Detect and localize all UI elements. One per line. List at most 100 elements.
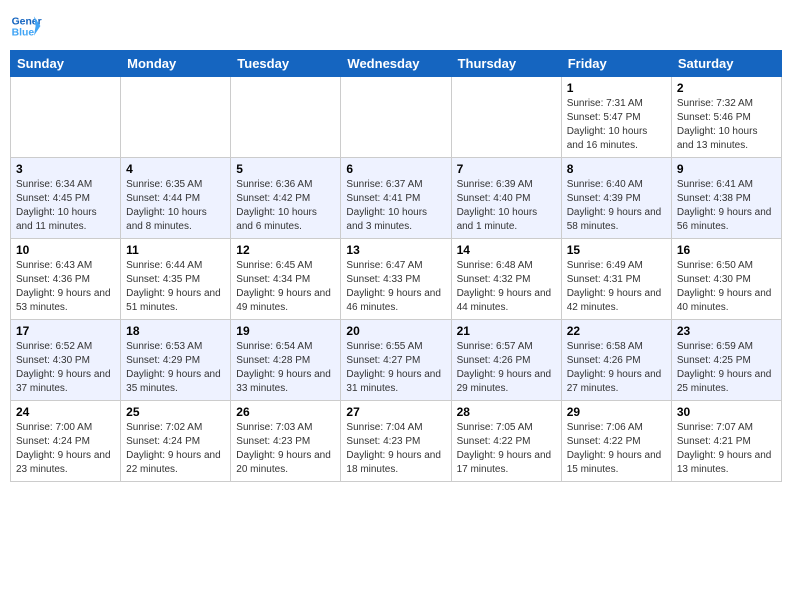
day-info: Sunrise: 6:52 AM Sunset: 4:30 PM Dayligh…: [16, 340, 115, 396]
calendar-cell: 23 Sunrise: 6:59 AM Sunset: 4:25 PM Dayli…: [671, 320, 781, 401]
day-number: 6: [346, 162, 445, 176]
day-number: 15: [567, 243, 666, 257]
day-info: Sunrise: 7:05 AM Sunset: 4:22 PM Dayligh…: [457, 421, 556, 477]
weekday-header-sunday: Sunday: [11, 51, 121, 77]
calendar-cell: 15 Sunrise: 6:49 AM Sunset: 4:31 PM Dayli…: [561, 239, 671, 320]
day-number: 22: [567, 324, 666, 338]
day-number: 20: [346, 324, 445, 338]
calendar-cell: 30 Sunrise: 7:07 AM Sunset: 4:21 PM Dayli…: [671, 401, 781, 482]
calendar-week-2: 3 Sunrise: 6:34 AM Sunset: 4:45 PM Daylig…: [11, 158, 782, 239]
calendar-cell: 29 Sunrise: 7:06 AM Sunset: 4:22 PM Dayli…: [561, 401, 671, 482]
day-number: 11: [126, 243, 225, 257]
logo-icon: General Blue: [10, 10, 42, 42]
day-info: Sunrise: 6:44 AM Sunset: 4:35 PM Dayligh…: [126, 259, 225, 315]
day-info: Sunrise: 7:03 AM Sunset: 4:23 PM Dayligh…: [236, 421, 335, 477]
calendar-cell: 12 Sunrise: 6:45 AM Sunset: 4:34 PM Dayli…: [231, 239, 341, 320]
day-number: 8: [567, 162, 666, 176]
calendar-cell: [341, 77, 451, 158]
day-info: Sunrise: 6:49 AM Sunset: 4:31 PM Dayligh…: [567, 259, 666, 315]
day-info: Sunrise: 7:04 AM Sunset: 4:23 PM Dayligh…: [346, 421, 445, 477]
weekday-header-saturday: Saturday: [671, 51, 781, 77]
svg-text:Blue: Blue: [12, 28, 35, 39]
day-number: 3: [16, 162, 115, 176]
day-number: 29: [567, 405, 666, 419]
day-info: Sunrise: 6:50 AM Sunset: 4:30 PM Dayligh…: [677, 259, 776, 315]
day-info: Sunrise: 6:47 AM Sunset: 4:33 PM Dayligh…: [346, 259, 445, 315]
day-info: Sunrise: 6:58 AM Sunset: 4:26 PM Dayligh…: [567, 340, 666, 396]
day-info: Sunrise: 6:57 AM Sunset: 4:26 PM Dayligh…: [457, 340, 556, 396]
page-header: General Blue: [10, 10, 782, 42]
weekday-header-monday: Monday: [121, 51, 231, 77]
day-number: 19: [236, 324, 335, 338]
day-number: 21: [457, 324, 556, 338]
weekday-header-row: SundayMondayTuesdayWednesdayThursdayFrid…: [11, 51, 782, 77]
weekday-header-tuesday: Tuesday: [231, 51, 341, 77]
calendar-cell: [451, 77, 561, 158]
weekday-header-thursday: Thursday: [451, 51, 561, 77]
day-number: 25: [126, 405, 225, 419]
calendar-cell: 26 Sunrise: 7:03 AM Sunset: 4:23 PM Dayli…: [231, 401, 341, 482]
day-info: Sunrise: 7:00 AM Sunset: 4:24 PM Dayligh…: [16, 421, 115, 477]
calendar-cell: 16 Sunrise: 6:50 AM Sunset: 4:30 PM Dayli…: [671, 239, 781, 320]
day-number: 1: [567, 81, 666, 95]
calendar-cell: 22 Sunrise: 6:58 AM Sunset: 4:26 PM Dayli…: [561, 320, 671, 401]
calendar-cell: 27Sunrise: 7:04 AM Sunset: 4:23 PM Dayli…: [341, 401, 451, 482]
day-number: 9: [677, 162, 776, 176]
day-info: Sunrise: 7:07 AM Sunset: 4:21 PM Dayligh…: [677, 421, 776, 477]
calendar-cell: 1 Sunrise: 7:31 AM Sunset: 5:47 PM Daylig…: [561, 77, 671, 158]
day-number: 12: [236, 243, 335, 257]
day-info: Sunrise: 6:34 AM Sunset: 4:45 PM Dayligh…: [16, 178, 115, 234]
calendar-cell: 8 Sunrise: 6:40 AM Sunset: 4:39 PM Daylig…: [561, 158, 671, 239]
calendar-cell: 21 Sunrise: 6:57 AM Sunset: 4:26 PM Dayli…: [451, 320, 561, 401]
calendar-cell: 3 Sunrise: 6:34 AM Sunset: 4:45 PM Daylig…: [11, 158, 121, 239]
day-number: 13: [346, 243, 445, 257]
day-number: 26: [236, 405, 335, 419]
day-number: 23: [677, 324, 776, 338]
day-number: 14: [457, 243, 556, 257]
logo: General Blue: [10, 10, 42, 42]
calendar-cell: 11 Sunrise: 6:44 AM Sunset: 4:35 PM Dayli…: [121, 239, 231, 320]
calendar-cell: [11, 77, 121, 158]
calendar-cell: 20Sunrise: 6:55 AM Sunset: 4:27 PM Dayli…: [341, 320, 451, 401]
day-number: 18: [126, 324, 225, 338]
calendar-week-3: 10 Sunrise: 6:43 AM Sunset: 4:36 PM Dayli…: [11, 239, 782, 320]
calendar-cell: 4 Sunrise: 6:35 AM Sunset: 4:44 PM Daylig…: [121, 158, 231, 239]
day-info: Sunrise: 6:53 AM Sunset: 4:29 PM Dayligh…: [126, 340, 225, 396]
day-info: Sunrise: 6:43 AM Sunset: 4:36 PM Dayligh…: [16, 259, 115, 315]
day-info: Sunrise: 6:45 AM Sunset: 4:34 PM Dayligh…: [236, 259, 335, 315]
weekday-header-friday: Friday: [561, 51, 671, 77]
weekday-header-wednesday: Wednesday: [341, 51, 451, 77]
day-number: 16: [677, 243, 776, 257]
day-number: 30: [677, 405, 776, 419]
day-number: 5: [236, 162, 335, 176]
day-number: 28: [457, 405, 556, 419]
calendar-cell: 25 Sunrise: 7:02 AM Sunset: 4:24 PM Dayli…: [121, 401, 231, 482]
calendar-cell: 13 Sunrise: 6:47 AM Sunset: 4:33 PM Dayli…: [341, 239, 451, 320]
day-info: Sunrise: 6:37 AM Sunset: 4:41 PM Dayligh…: [346, 178, 445, 234]
day-info: Sunrise: 7:02 AM Sunset: 4:24 PM Dayligh…: [126, 421, 225, 477]
calendar-cell: 6 Sunrise: 6:37 AM Sunset: 4:41 PM Daylig…: [341, 158, 451, 239]
day-info: Sunrise: 7:32 AM Sunset: 5:46 PM Dayligh…: [677, 97, 776, 153]
day-number: 7: [457, 162, 556, 176]
calendar-cell: 10 Sunrise: 6:43 AM Sunset: 4:36 PM Dayli…: [11, 239, 121, 320]
calendar-cell: 28 Sunrise: 7:05 AM Sunset: 4:22 PM Dayli…: [451, 401, 561, 482]
calendar-week-5: 24Sunrise: 7:00 AM Sunset: 4:24 PM Dayli…: [11, 401, 782, 482]
day-info: Sunrise: 6:40 AM Sunset: 4:39 PM Dayligh…: [567, 178, 666, 234]
day-info: Sunrise: 6:35 AM Sunset: 4:44 PM Dayligh…: [126, 178, 225, 234]
calendar-cell: 24Sunrise: 7:00 AM Sunset: 4:24 PM Dayli…: [11, 401, 121, 482]
day-number: 10: [16, 243, 115, 257]
calendar-week-4: 17Sunrise: 6:52 AM Sunset: 4:30 PM Dayli…: [11, 320, 782, 401]
calendar-cell: 5Sunrise: 6:36 AM Sunset: 4:42 PM Daylig…: [231, 158, 341, 239]
day-info: Sunrise: 6:54 AM Sunset: 4:28 PM Dayligh…: [236, 340, 335, 396]
day-info: Sunrise: 6:41 AM Sunset: 4:38 PM Dayligh…: [677, 178, 776, 234]
calendar-cell: 19 Sunrise: 6:54 AM Sunset: 4:28 PM Dayli…: [231, 320, 341, 401]
calendar-cell: [121, 77, 231, 158]
calendar-cell: [231, 77, 341, 158]
day-info: Sunrise: 7:31 AM Sunset: 5:47 PM Dayligh…: [567, 97, 666, 153]
day-number: 4: [126, 162, 225, 176]
day-info: Sunrise: 6:59 AM Sunset: 4:25 PM Dayligh…: [677, 340, 776, 396]
calendar-table: SundayMondayTuesdayWednesdayThursdayFrid…: [10, 50, 782, 482]
day-info: Sunrise: 7:06 AM Sunset: 4:22 PM Dayligh…: [567, 421, 666, 477]
calendar-cell: 18 Sunrise: 6:53 AM Sunset: 4:29 PM Dayli…: [121, 320, 231, 401]
calendar-cell: 17Sunrise: 6:52 AM Sunset: 4:30 PM Dayli…: [11, 320, 121, 401]
